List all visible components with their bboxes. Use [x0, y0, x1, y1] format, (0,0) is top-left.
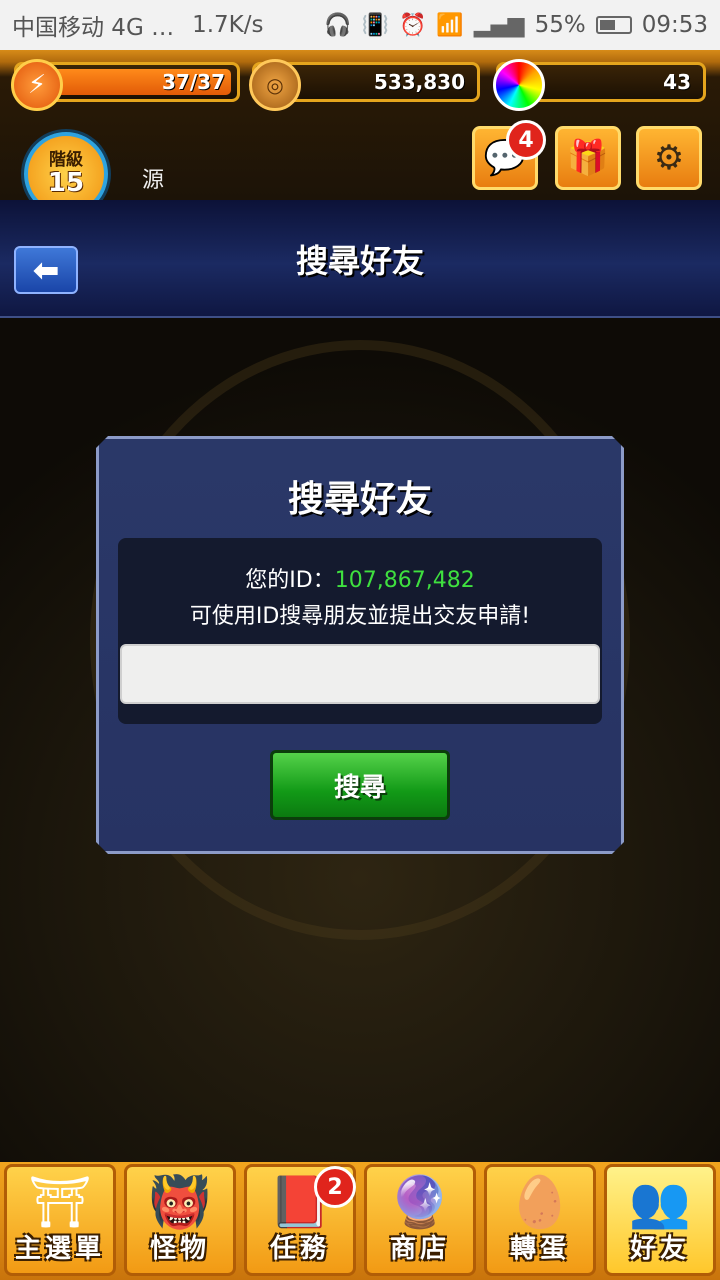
- quest-count-badge: 2: [314, 1166, 356, 1208]
- energy-value: 37/37: [162, 70, 225, 94]
- player-id-value: 107,867,482: [334, 568, 475, 593]
- friend-id-input[interactable]: [120, 644, 600, 704]
- alarm-icon: ⏰: [399, 12, 427, 38]
- nav-main-menu[interactable]: ⛩ 主選單: [4, 1164, 116, 1276]
- nav-monsters[interactable]: 👹 怪物: [124, 1164, 236, 1276]
- battery-percent: 55%: [534, 12, 586, 38]
- search-hint: 可使用ID搜尋朋友並提出交友申請!: [189, 604, 531, 629]
- gift-icon: 🎁: [566, 138, 610, 178]
- player-name: 源: [142, 168, 165, 193]
- coin-meter[interactable]: ◎ 533,830: [249, 59, 480, 111]
- nav-label: 轉蛋: [509, 1234, 570, 1264]
- nav-friends[interactable]: 👥 好友: [604, 1164, 716, 1276]
- energy-meter[interactable]: ⚡ 37/37: [11, 59, 240, 111]
- nav-label: 好友: [629, 1234, 690, 1264]
- player-id-label: 您的ID：: [245, 568, 335, 593]
- nav-label: 主選單: [14, 1234, 105, 1264]
- orb-meter[interactable]: 43: [493, 59, 706, 111]
- gifts-button[interactable]: 🎁: [555, 126, 621, 190]
- vibrate-icon: 📳: [361, 12, 389, 38]
- orb-icon: 🔮: [388, 1173, 452, 1231]
- battery-icon: [595, 16, 632, 34]
- nav-label: 怪物: [149, 1234, 210, 1264]
- status-bar: 中国移动 4G … 1.7K/s 🎧 📳 ⏰ 📶 ▂▄▆ 55% 09:53: [0, 0, 720, 50]
- monster-icon: 👹: [148, 1173, 212, 1231]
- friends-icon: 👥: [628, 1173, 692, 1231]
- gear-icon: ⚙: [653, 138, 685, 178]
- network-speed: 1.7K/s: [192, 12, 264, 38]
- carrier-label: 中国移动 4G …: [12, 15, 175, 41]
- rank-number: 15: [47, 168, 85, 198]
- nav-shop[interactable]: 🔮 商店: [364, 1164, 476, 1276]
- rank-label: 階級: [49, 150, 83, 170]
- settings-button[interactable]: ⚙: [636, 126, 702, 190]
- dialog-title: 搜尋好友: [287, 479, 432, 520]
- search-button[interactable]: 搜尋: [270, 750, 450, 820]
- egg-icon: 🥚: [508, 1173, 572, 1231]
- signal-icon: ▂▄▆: [473, 12, 525, 38]
- page-title: 搜尋好友: [295, 242, 424, 280]
- orb-value: 43: [663, 70, 691, 94]
- coin-icon: ◎: [249, 59, 301, 111]
- coin-value: 533,830: [373, 70, 465, 94]
- headphones-icon: 🎧: [324, 12, 352, 38]
- nav-gacha[interactable]: 🥚 轉蛋: [484, 1164, 596, 1276]
- wifi-icon: 📶: [436, 12, 464, 38]
- nav-label: 商店: [389, 1234, 450, 1264]
- nav-label: 任務: [269, 1234, 330, 1264]
- player-id-line: 您的ID：107,867,482: [118, 562, 602, 594]
- message-count-badge: 4: [506, 120, 546, 160]
- gate-icon: ⛩: [28, 1173, 92, 1231]
- orb-icon: [493, 59, 545, 111]
- lightning-icon: ⚡: [11, 59, 63, 111]
- clock: 09:53: [641, 12, 708, 38]
